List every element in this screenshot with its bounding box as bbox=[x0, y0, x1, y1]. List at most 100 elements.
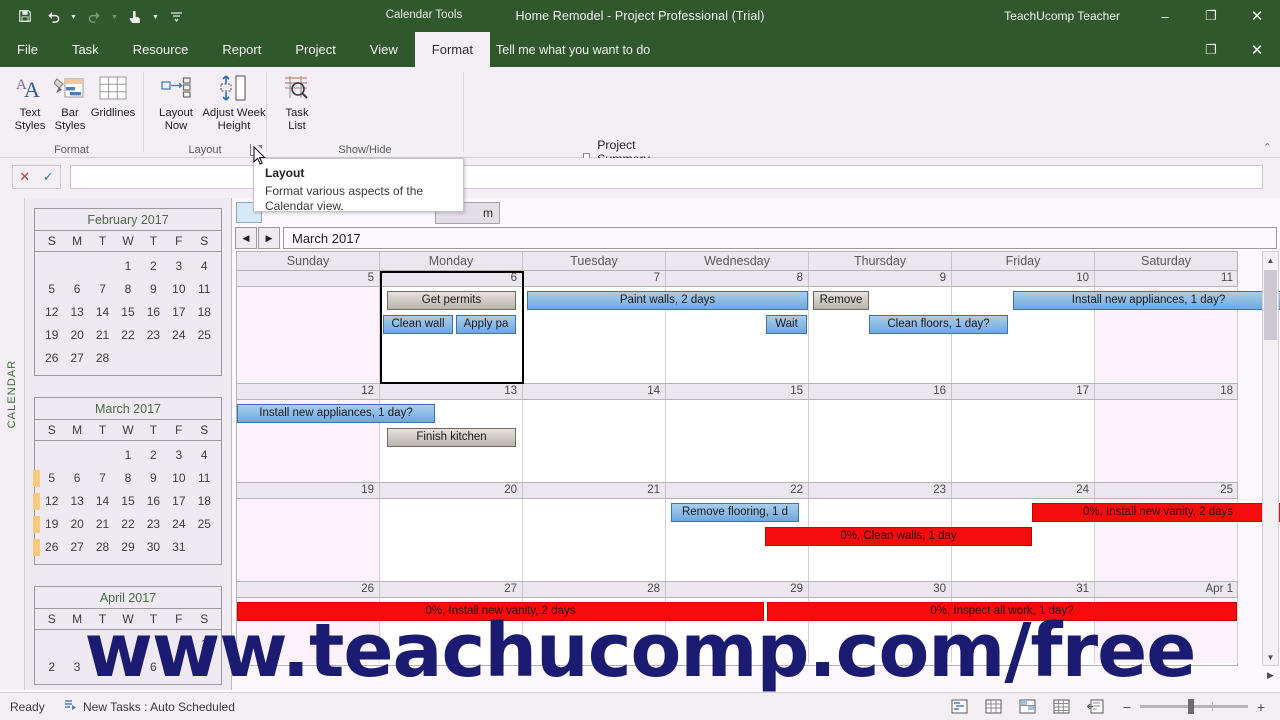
day-number[interactable]: 13 bbox=[380, 384, 523, 399]
task-bar-clean-walls[interactable]: 0%, Clean walls, 1 day bbox=[765, 527, 1032, 546]
mini-day[interactable]: 12 bbox=[39, 490, 64, 513]
mini-calendar-april[interactable]: April 2017 S M T W T F S 1 2345678 bbox=[34, 586, 222, 685]
restore-button[interactable]: ❐ bbox=[1188, 0, 1234, 32]
mini-day[interactable] bbox=[64, 255, 89, 278]
day-number[interactable]: 11 bbox=[1095, 271, 1238, 286]
mini-day[interactable]: 19 bbox=[39, 324, 64, 347]
mini-week-row[interactable]: 26 27 28 bbox=[39, 347, 217, 370]
mini-day[interactable] bbox=[192, 536, 217, 559]
day-cell-friday[interactable] bbox=[952, 400, 1095, 482]
day-cell-monday[interactable] bbox=[380, 499, 523, 581]
mini-calendar-march[interactable]: March 2017 S M T W T F S 1234 5 6 7 8 9 10 11 bbox=[33, 397, 222, 565]
close-document-button[interactable]: ✕ bbox=[1234, 32, 1280, 67]
scrollbar-thumb[interactable] bbox=[1264, 270, 1277, 340]
day-cell-wednesday[interactable] bbox=[666, 400, 809, 482]
mini-day[interactable]: 4 bbox=[192, 255, 217, 278]
mini-day[interactable]: 2 bbox=[141, 444, 166, 467]
resource-sheet-view-icon[interactable] bbox=[1051, 698, 1071, 715]
next-month-button[interactable]: ▶ bbox=[258, 227, 280, 249]
mini-day[interactable]: 14 bbox=[90, 490, 115, 513]
task-bar-paint-walls[interactable]: Paint walls, 2 days bbox=[527, 291, 808, 310]
report-view-icon[interactable] bbox=[1085, 698, 1105, 715]
mini-week-row[interactable]: 1234 bbox=[39, 255, 217, 278]
mini-day[interactable]: 26 bbox=[39, 347, 64, 370]
mini-day[interactable]: 2 bbox=[141, 255, 166, 278]
zoom-slider-track[interactable] bbox=[1140, 699, 1248, 714]
mini-day[interactable]: 19 bbox=[39, 513, 64, 536]
task-sheet-view-icon[interactable] bbox=[983, 698, 1003, 715]
mini-day[interactable]: 15 bbox=[115, 301, 140, 324]
mini-week-row[interactable]: 12 13 14 15 16 17 18 bbox=[39, 301, 217, 324]
day-number[interactable]: 10 bbox=[952, 271, 1095, 286]
entry-field[interactable] bbox=[70, 165, 1263, 189]
mini-day[interactable]: 3 bbox=[64, 656, 89, 679]
task-bar-wait[interactable]: Wait bbox=[766, 315, 807, 334]
mini-day[interactable]: 18 bbox=[192, 490, 217, 513]
mini-day[interactable]: 8 bbox=[115, 467, 140, 490]
mini-day[interactable]: 5 bbox=[115, 656, 140, 679]
mini-day[interactable] bbox=[64, 633, 89, 656]
task-list-button[interactable]: Task List bbox=[271, 71, 323, 143]
day-number[interactable]: 20 bbox=[380, 483, 523, 498]
mini-day[interactable] bbox=[90, 444, 115, 467]
day-number[interactable]: 7 bbox=[523, 271, 666, 286]
scroll-up-icon[interactable]: ▲ bbox=[1263, 252, 1278, 268]
mini-day[interactable] bbox=[39, 633, 64, 656]
mini-day[interactable] bbox=[39, 255, 64, 278]
mini-day[interactable] bbox=[39, 444, 64, 467]
mini-day[interactable] bbox=[115, 347, 140, 370]
calendar-vertical-scrollbar[interactable]: ▲ ▼ bbox=[1262, 251, 1279, 666]
mini-day[interactable]: 11 bbox=[192, 467, 217, 490]
day-number[interactable]: 5 bbox=[237, 271, 380, 286]
minimize-button[interactable]: – bbox=[1142, 0, 1188, 32]
mini-day[interactable]: 25 bbox=[192, 513, 217, 536]
day-number[interactable]: 26 bbox=[237, 582, 380, 597]
task-bar-remove[interactable]: Remove bbox=[813, 291, 869, 310]
zoom-slider-thumb[interactable] bbox=[1188, 699, 1194, 714]
mini-week-row[interactable]: 1234 bbox=[39, 444, 217, 467]
tab-task[interactable]: Task bbox=[55, 32, 116, 67]
scroll-right-icon[interactable]: ▶ bbox=[1262, 666, 1279, 684]
tab-file[interactable]: File bbox=[0, 32, 55, 67]
mini-week-row[interactable]: 5 6 7 8 9 10 11 bbox=[33, 467, 217, 490]
mini-day[interactable] bbox=[192, 347, 217, 370]
mini-day[interactable]: 20 bbox=[64, 513, 89, 536]
mini-day[interactable]: 28 bbox=[90, 347, 115, 370]
mini-day[interactable]: 7 bbox=[166, 656, 191, 679]
mini-day[interactable]: 1 bbox=[115, 444, 140, 467]
day-number[interactable]: 30 bbox=[809, 582, 952, 597]
day-number[interactable]: Apr 1 bbox=[1095, 582, 1238, 597]
mini-day[interactable] bbox=[166, 633, 191, 656]
mini-day[interactable]: 1 bbox=[192, 633, 217, 656]
collapse-ribbon-button[interactable]: ⌃ bbox=[1263, 141, 1272, 154]
mini-day[interactable]: 24 bbox=[166, 513, 191, 536]
mini-day[interactable]: 9 bbox=[141, 278, 166, 301]
day-cell-saturday[interactable] bbox=[1095, 400, 1238, 482]
task-bar-install-appliances[interactable]: Install new appliances, 1 day? bbox=[1013, 291, 1280, 310]
task-bar-install-appliances[interactable]: Install new appliances, 1 day? bbox=[237, 404, 435, 423]
mini-day[interactable]: 1 bbox=[115, 255, 140, 278]
mini-day[interactable]: 4 bbox=[192, 444, 217, 467]
task-bar-finish-kitchen[interactable]: Finish kitchen bbox=[387, 428, 516, 447]
mini-day[interactable]: 13 bbox=[64, 301, 89, 324]
mini-week-row[interactable]: 5 6 7 8 9 10 11 bbox=[39, 278, 217, 301]
mini-day[interactable]: 23 bbox=[141, 324, 166, 347]
day-number[interactable]: 6 bbox=[380, 271, 523, 286]
day-number[interactable]: 14 bbox=[523, 384, 666, 399]
mini-day[interactable] bbox=[141, 347, 166, 370]
mini-day[interactable]: 2 bbox=[39, 656, 64, 679]
zoom-slider-control[interactable]: − + bbox=[1122, 699, 1266, 715]
mini-week-row[interactable]: 2345678 bbox=[39, 656, 217, 679]
mini-week-row[interactable]: 12 13 14 15 16 17 18 bbox=[33, 490, 217, 513]
tell-me-search[interactable]: Tell me what you want to do bbox=[478, 32, 650, 67]
day-number[interactable]: 17 bbox=[952, 384, 1095, 399]
mini-day[interactable]: 5 bbox=[39, 278, 64, 301]
day-number[interactable]: 24 bbox=[952, 483, 1095, 498]
scroll-down-icon[interactable]: ▼ bbox=[1263, 649, 1278, 665]
mini-day[interactable]: 9 bbox=[141, 467, 166, 490]
day-cell-tuesday[interactable] bbox=[523, 400, 666, 482]
day-cell-sunday[interactable] bbox=[237, 287, 380, 383]
day-cell-thursday[interactable] bbox=[809, 400, 952, 482]
previous-month-button[interactable]: ◀ bbox=[235, 227, 257, 249]
mini-day[interactable]: 8 bbox=[115, 278, 140, 301]
